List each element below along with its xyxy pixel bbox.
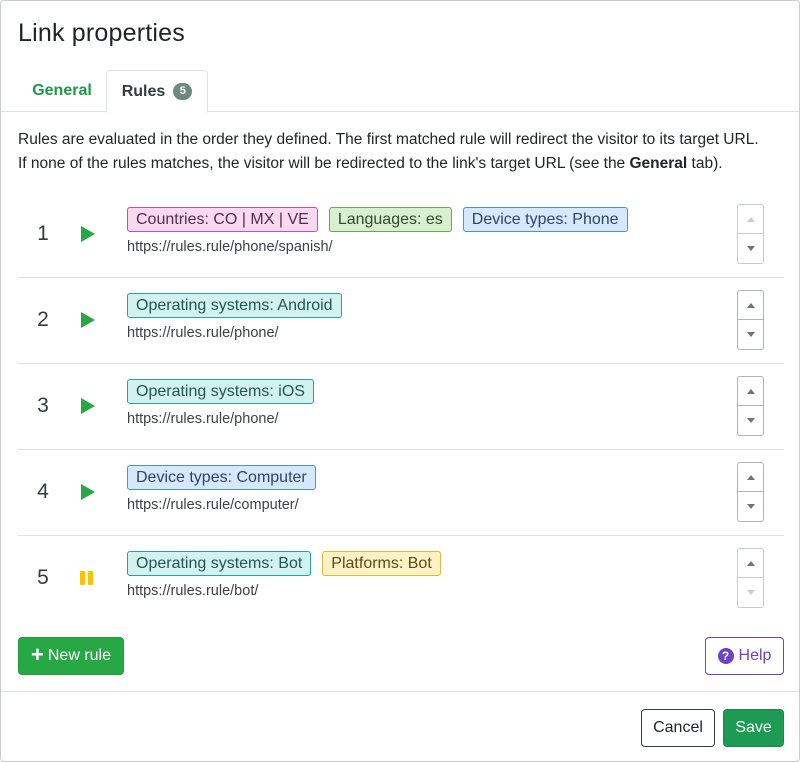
help-label: Help [738, 647, 772, 664]
rule-conditions: Operating systems: Android [127, 293, 342, 318]
rule-list: 1 Countries: CO | MX | VE Languages: es … [18, 192, 784, 622]
rules-count-badge: 5 [173, 83, 193, 100]
move-up-button[interactable] [738, 463, 763, 492]
condition-badge: Operating systems: Android [127, 293, 342, 318]
move-down-button[interactable] [738, 320, 763, 349]
rule-number: 3 [37, 394, 49, 417]
dialog-header: Link properties [1, 1, 799, 71]
rule-row: 4 Device types: Computer https://rules.r… [18, 450, 784, 536]
caret-down-icon [746, 590, 755, 595]
save-button[interactable]: Save [723, 709, 784, 747]
tab-bar: General Rules 5 [1, 70, 799, 113]
new-rule-label: New rule [47, 647, 111, 664]
dialog-footer: Cancel Save [1, 691, 799, 763]
rules-description: Rules are evaluated in the order they de… [18, 128, 788, 176]
play-icon[interactable] [80, 483, 96, 501]
condition-badge: Languages: es [328, 207, 452, 232]
caret-up-icon [746, 302, 755, 308]
rule-move-control [737, 204, 764, 264]
description-line-1: Rules are evaluated in the order they de… [18, 131, 759, 148]
rule-target-url: https://rules.rule/computer/ [127, 497, 299, 513]
caret-up-icon [746, 560, 755, 566]
condition-badge: Operating systems: Bot [127, 551, 312, 576]
move-down-button[interactable] [738, 234, 763, 263]
new-rule-button[interactable]: + New rule [18, 637, 124, 675]
question-circle-icon: ? [717, 648, 734, 664]
move-up-button[interactable] [738, 291, 763, 320]
move-down-button[interactable] [738, 406, 763, 435]
play-icon[interactable] [80, 397, 96, 415]
rule-target-url: https://rules.rule/phone/spanish/ [127, 239, 333, 255]
caret-up-icon [746, 474, 755, 480]
play-icon[interactable] [80, 311, 96, 329]
tab-general-label: General [32, 82, 92, 99]
condition-badge: Countries: CO | MX | VE [127, 207, 318, 232]
move-down-button[interactable] [738, 578, 763, 607]
move-down-button[interactable] [738, 492, 763, 521]
caret-up-icon [746, 216, 755, 222]
caret-down-icon [746, 332, 755, 337]
description-line-2: If none of the rules matches, the visito… [18, 155, 723, 172]
caret-down-icon [746, 246, 755, 251]
caret-down-icon [746, 418, 755, 423]
tab-general[interactable]: General [18, 70, 106, 112]
tab-rules-label: Rules [121, 82, 166, 100]
rule-number: 1 [37, 222, 49, 245]
rule-target-url: https://rules.rule/phone/ [127, 411, 279, 427]
play-icon[interactable] [80, 225, 96, 243]
caret-down-icon [746, 504, 755, 509]
general-tab-reference: General [629, 155, 688, 172]
rule-target-url: https://rules.rule/bot/ [127, 583, 259, 599]
rule-number: 5 [37, 566, 49, 589]
rule-move-control [737, 462, 764, 522]
rule-move-control [737, 290, 764, 350]
rule-conditions: Operating systems: Bot Platforms: Bot [127, 551, 441, 576]
rule-conditions: Operating systems: iOS [127, 379, 314, 404]
rule-row: 1 Countries: CO | MX | VE Languages: es … [18, 192, 784, 278]
condition-badge: Platforms: Bot [322, 551, 441, 576]
rule-row: 2 Operating systems: Android https://rul… [18, 278, 784, 364]
move-up-button[interactable] [738, 377, 763, 406]
condition-badge: Device types: Computer [127, 465, 316, 490]
rule-row: 3 Operating systems: iOS https://rules.r… [18, 364, 784, 450]
rule-conditions: Device types: Computer [127, 465, 316, 490]
condition-badge: Operating systems: iOS [127, 379, 314, 404]
move-up-button[interactable] [738, 549, 763, 578]
caret-up-icon [746, 388, 755, 394]
rule-number: 2 [37, 308, 49, 331]
pause-icon[interactable] [80, 569, 96, 587]
move-up-button[interactable] [738, 205, 763, 234]
help-button[interactable]: ? Help [705, 637, 784, 675]
plus-icon: + [31, 642, 44, 667]
rule-move-control [737, 376, 764, 436]
tab-rules[interactable]: Rules 5 [106, 70, 208, 113]
rule-target-url: https://rules.rule/phone/ [127, 325, 279, 341]
rule-conditions: Countries: CO | MX | VE Languages: es De… [127, 207, 628, 232]
rule-row: 5 Operating systems: Bot Platforms: Bot … [18, 536, 784, 622]
link-properties-dialog: Link properties General Rules 5 Rules ar… [0, 0, 800, 762]
dialog-title: Link properties [18, 19, 185, 47]
condition-badge: Device types: Phone [462, 207, 628, 232]
rule-number: 4 [37, 480, 49, 503]
cancel-button[interactable]: Cancel [641, 709, 715, 747]
rule-move-control [737, 548, 764, 608]
